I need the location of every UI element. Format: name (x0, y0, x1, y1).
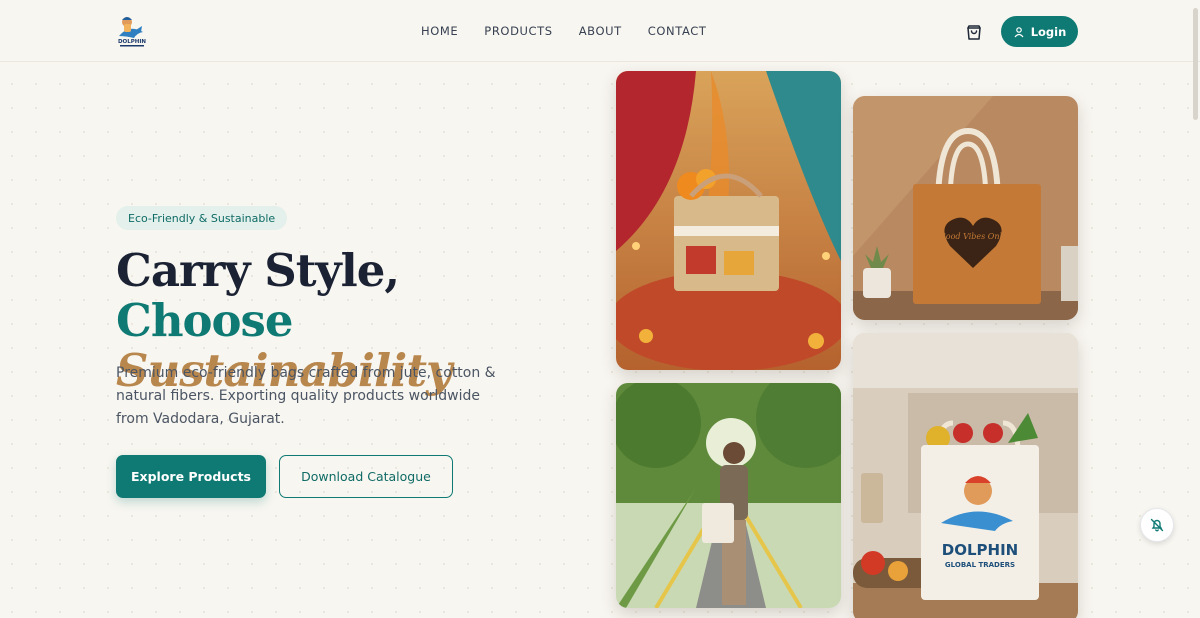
login-button[interactable]: Login (1001, 16, 1078, 47)
nav-contact[interactable]: CONTACT (648, 24, 707, 38)
girl-with-tote-image (616, 383, 841, 608)
notification-toggle-button[interactable] (1140, 508, 1174, 542)
svg-text:Good Vibes Only: Good Vibes Only (939, 232, 1007, 241)
page-scrollbar[interactable] (1193, 8, 1198, 120)
login-label: Login (1030, 24, 1067, 39)
festive-gift-bag-image (616, 71, 841, 370)
nav-products[interactable]: PRODUCTS (484, 24, 552, 38)
nav-about[interactable]: ABOUT (579, 24, 622, 38)
jute-tote-bag-image: Good Vibes Only (853, 96, 1078, 320)
hero-description: Premium eco-friendly bags crafted from j… (116, 365, 496, 427)
headline-part2: Choose (116, 294, 294, 347)
main-nav: HOME PRODUCTS ABOUT CONTACT (421, 24, 707, 38)
svg-text:GLOBAL TRADERS: GLOBAL TRADERS (945, 561, 1015, 569)
headline-part1: Carry Style, (116, 244, 400, 297)
dolphin-branded-bag-image: DOLPHIN GLOBAL TRADERS (853, 333, 1078, 618)
download-catalogue-button[interactable]: Download Catalogue (279, 455, 453, 498)
user-icon (1014, 26, 1024, 37)
site-header: DOLPHIN HOME PRODUCTS ABOUT CONTACT Logi… (0, 0, 1200, 62)
shopping-bag-icon[interactable] (964, 22, 984, 42)
logo[interactable]: DOLPHIN (116, 14, 148, 48)
svg-text:DOLPHIN: DOLPHIN (942, 541, 1018, 559)
nav-home[interactable]: HOME (421, 24, 458, 38)
svg-text:DOLPHIN: DOLPHIN (118, 39, 146, 45)
explore-products-button[interactable]: Explore Products (116, 455, 266, 498)
eco-badge: Eco-Friendly & Sustainable (116, 206, 288, 230)
bell-off-icon (1150, 518, 1164, 532)
